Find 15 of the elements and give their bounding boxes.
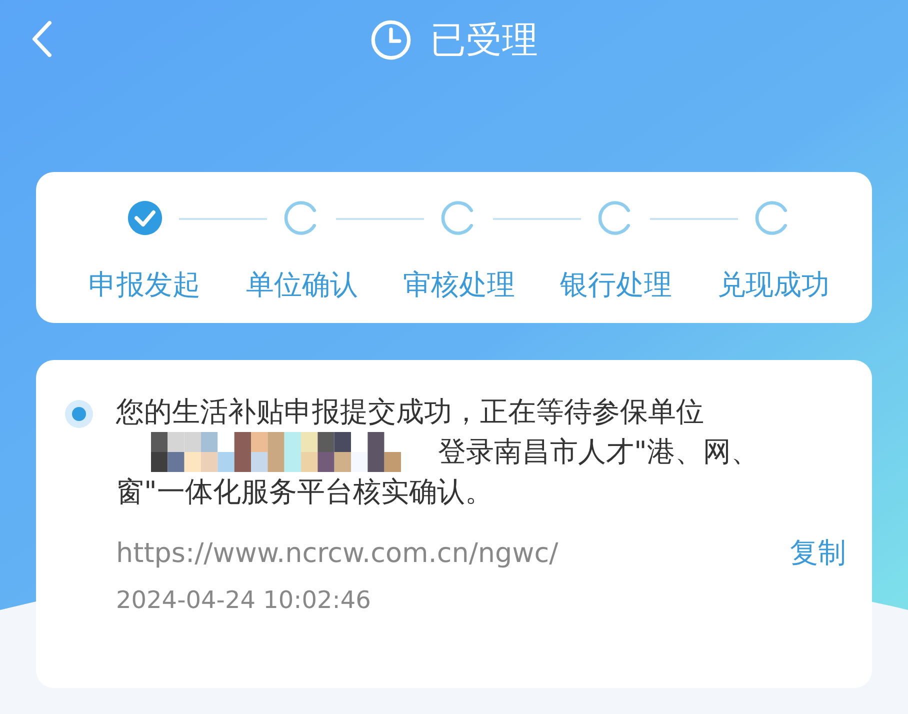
step-label: 兑现成功 (717, 267, 830, 303)
url-text: https://www.ncrcw.com.cn/ngwc/ (116, 538, 558, 568)
copy-link[interactable]: 复制 (790, 534, 846, 572)
step-label: 审核处理 (403, 267, 515, 303)
timestamp: 2024-04-24 10:02:46 (116, 586, 372, 614)
message-text: 登录南昌市人才"港、网、 (438, 434, 759, 470)
step-label: 申报发起 (88, 267, 201, 303)
message-text: 窗"一体化服务平台核实确认。 (116, 474, 493, 510)
message-text: 您的生活补贴申报提交成功，正在等待参保单位 (116, 394, 704, 430)
step-label: 单位确认 (246, 267, 358, 303)
clock-icon (370, 19, 412, 61)
back-icon[interactable] (30, 20, 54, 58)
step-label: 银行处理 (560, 267, 672, 303)
timeline-dot (72, 407, 86, 421)
page-title: 已受理 (430, 18, 538, 62)
